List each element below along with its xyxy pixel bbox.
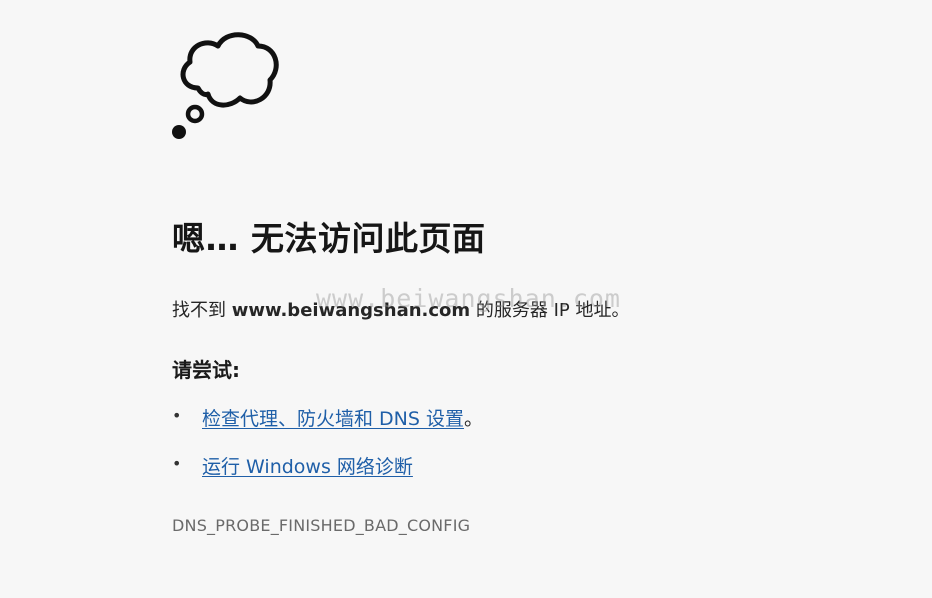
suggestion-trailing: 。 [463, 408, 483, 430]
bullet: • [172, 406, 182, 425]
check-proxy-firewall-dns-link[interactable]: 检查代理、防火墙和 DNS 设置 [202, 408, 464, 430]
run-windows-network-diagnostics-link[interactable]: 运行 Windows 网络诊断 [202, 456, 413, 478]
bullet: • [172, 454, 182, 473]
error-page: 嗯… 无法访问此页面 找不到 www.beiwangshan.com 的服务器 … [0, 0, 932, 598]
host-name: www.beiwangshan.com [231, 300, 471, 321]
page-title: 嗯… 无法访问此页面 [172, 219, 486, 258]
description-suffix: 的服务器 IP 地址。 [470, 300, 630, 321]
description-prefix: 找不到 [172, 300, 232, 321]
error-description: 找不到 www.beiwangshan.com 的服务器 IP 地址。 [172, 296, 630, 322]
thought-cloud-icon [172, 32, 279, 139]
try-heading: 请尝试: [172, 358, 240, 382]
error-code: DNS_PROBE_FINISHED_BAD_CONFIG [172, 516, 471, 535]
